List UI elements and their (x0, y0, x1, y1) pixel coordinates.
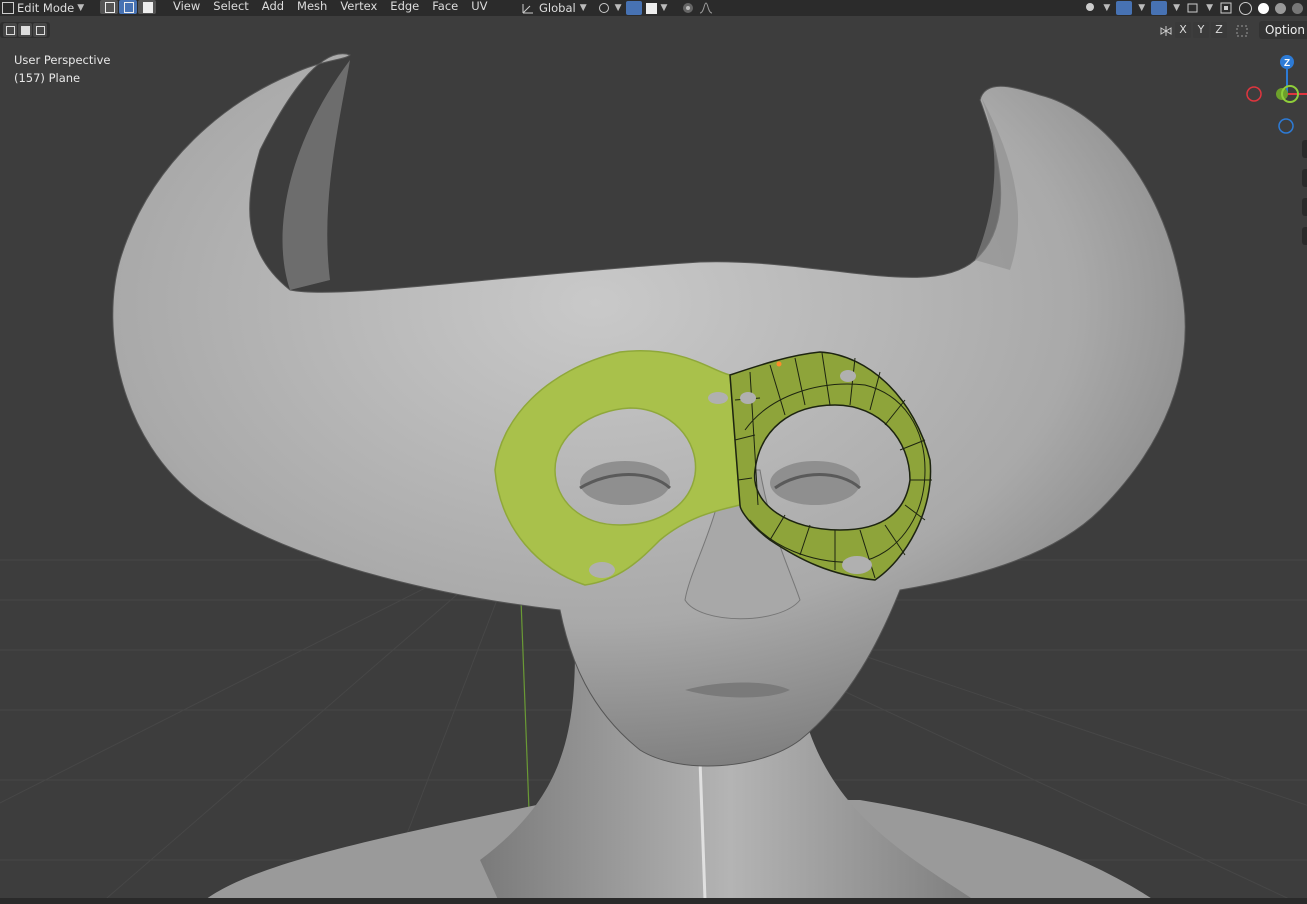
pivot-icon[interactable] (597, 2, 611, 14)
snap-target-icon[interactable] (645, 2, 657, 14)
menu-add[interactable]: Add (259, 0, 294, 16)
select-extend-button[interactable] (18, 23, 32, 37)
object-info: (157) Plane (14, 71, 81, 85)
rendered-shading-icon[interactable] (1292, 2, 1303, 14)
proportional-edit-icon[interactable] (681, 2, 695, 14)
select-subtract-button[interactable] (33, 23, 47, 37)
chevron-down-icon: ▼ (1103, 3, 1111, 13)
menu-face[interactable]: Face (429, 0, 468, 16)
mask-hole (708, 392, 728, 404)
chevron-down-icon: ▼ (660, 3, 668, 13)
perspective-toggle-button[interactable] (1302, 227, 1307, 245)
options-dropdown[interactable]: Option (1258, 21, 1307, 39)
viewport-header: Edit Mode ▼ View Select Add Mesh Vertex … (0, 0, 1307, 16)
chevron-down-icon: ▼ (579, 3, 587, 13)
gizmo-neg-z-handle[interactable] (1278, 118, 1294, 134)
orientation-icon (521, 2, 535, 14)
chevron-down-icon: ▼ (77, 3, 85, 13)
viewport-nav-buttons (1302, 140, 1307, 256)
transform-orientation-dropdown[interactable]: Global ▼ ▼ ▼ (521, 0, 713, 16)
snap-icon[interactable] (625, 1, 642, 15)
menu-vertex[interactable]: Vertex (337, 0, 387, 16)
tool-header: X Y Z Option (0, 20, 1307, 42)
left-eye (580, 461, 670, 505)
mask-hole (842, 556, 872, 574)
chevron-down-icon: ▼ (1173, 3, 1181, 13)
menu-uv[interactable]: UV (468, 0, 497, 16)
chevron-down-icon: ▼ (1138, 3, 1146, 13)
visibility-icon[interactable] (1083, 2, 1097, 14)
mode-dropdown[interactable]: Edit Mode ▼ (0, 0, 84, 16)
xray-icon[interactable] (1219, 2, 1233, 14)
mode-label: Edit Mode (17, 1, 75, 15)
gizmo-z-label: Z (1284, 58, 1290, 69)
navigation-gizmo[interactable]: Z (1240, 52, 1307, 137)
zoom-button[interactable] (1302, 140, 1307, 158)
material-shading-icon[interactable] (1275, 2, 1286, 14)
y-axis-line (520, 599, 530, 811)
mirror-z-button[interactable]: Z (1211, 22, 1227, 38)
wireframe-shading-icon[interactable] (1239, 1, 1252, 15)
mask-hole (740, 392, 756, 404)
menu-edge[interactable]: Edge (387, 0, 429, 16)
falloff-icon[interactable] (699, 2, 713, 14)
pan-button[interactable] (1302, 169, 1307, 187)
select-new-button[interactable] (3, 23, 17, 37)
gizmo-neg-x-handle[interactable] (1246, 86, 1262, 102)
active-vertex[interactable] (776, 361, 782, 367)
topology-mirror-icon[interactable] (1235, 24, 1249, 37)
selection-tool-modes (0, 22, 50, 38)
menu-view[interactable]: View (170, 0, 210, 16)
view-name: User Perspective (14, 53, 111, 67)
mask-hole (840, 370, 856, 382)
overlays-icon[interactable] (1151, 1, 1168, 15)
edit-mode-icon (2, 2, 14, 14)
menu-mesh[interactable]: Mesh (294, 0, 337, 16)
mirror-y-button[interactable]: Y (1193, 22, 1209, 38)
bottom-border (0, 898, 1307, 904)
solid-shading-icon[interactable] (1258, 2, 1269, 14)
header-right-tools: ▼ ▼ ▼ ▼ (1083, 0, 1307, 16)
mesh-edit-overlay-icon[interactable] (1186, 2, 1200, 14)
menu-select[interactable]: Select (210, 0, 258, 16)
mirror-x-button[interactable]: X (1175, 22, 1191, 38)
camera-view-button[interactable] (1302, 198, 1307, 216)
gizmo-toggle-icon[interactable] (1116, 1, 1133, 15)
orientation-label: Global (539, 1, 576, 15)
face-select-button[interactable] (138, 0, 156, 14)
header-menu: View Select Add Mesh Vertex Edge Face UV (170, 0, 498, 16)
vertex-select-button[interactable] (100, 0, 118, 14)
mask-hole (589, 562, 615, 578)
butterfly-mirror-icon (1159, 24, 1173, 36)
chevron-down-icon: ▼ (614, 3, 622, 13)
mirror-axis-group: X Y Z (1159, 22, 1249, 38)
edge-select-button[interactable] (119, 0, 137, 14)
viewport-3d[interactable] (0, 0, 1307, 904)
chevron-down-icon: ▼ (1206, 3, 1213, 13)
select-mode-group (100, 0, 156, 16)
